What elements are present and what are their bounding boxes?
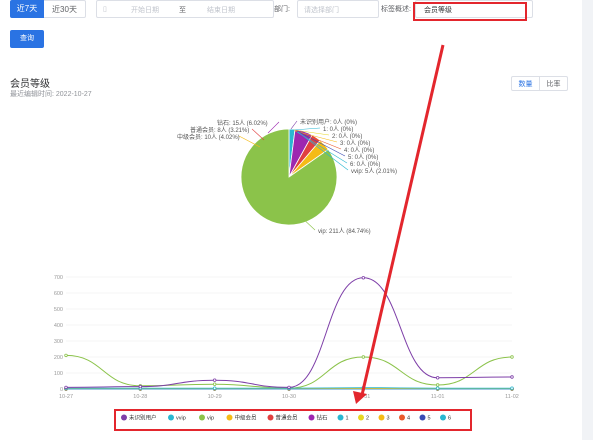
pie-label: 未识别用户: 0人 (0%) [300, 118, 357, 126]
red-annotation-box-tag [413, 2, 527, 21]
line-point [435, 386, 440, 390]
x-tick-label: 10-28 [133, 394, 147, 400]
x-tick-label: 10-27 [59, 394, 73, 400]
x-tick-label: 11-01 [431, 394, 445, 400]
pie-label: 2: 0人 (0%) [332, 133, 362, 140]
y-tick-label: 400 [54, 323, 63, 329]
line-point [361, 276, 366, 280]
pie-label: 6: 0人 (0%) [350, 161, 380, 168]
y-tick-label: 500 [54, 307, 63, 313]
pie-label: 1: 0人 (0%) [323, 126, 353, 133]
pie-label: 钻石: 15人 (6.02%) [217, 119, 268, 127]
line-point [212, 386, 217, 390]
line-series [65, 354, 513, 389]
pie-label: 普通会员: 8人 (3.21%) [190, 126, 249, 134]
y-tick-label: 300 [54, 339, 63, 345]
line-point [435, 376, 440, 380]
pie-leader-line [251, 128, 265, 141]
x-tick-label: 11-02 [505, 394, 519, 400]
line-point [435, 383, 440, 387]
chart-area: 钻石: 15人 (6.02%)普通会员: 8人 (3.21%)中级会员: 10人… [54, 44, 519, 422]
y-tick-label: 700 [54, 275, 63, 281]
y-tick-label: 100 [54, 371, 63, 377]
pie-label: 4: 0人 (0%) [344, 147, 374, 154]
line-point [212, 378, 217, 382]
pie-label: 5: 0人 (0%) [348, 154, 378, 161]
pie-leader-line [290, 120, 298, 130]
x-tick-label: 10-30 [282, 394, 296, 400]
line-point [361, 355, 366, 359]
line-point [64, 353, 68, 358]
x-tick-label: 10-29 [208, 394, 222, 400]
pie-leader-line [292, 127, 321, 131]
y-tick-label: 0 [60, 387, 63, 393]
line-point [510, 386, 514, 390]
line-point [138, 384, 143, 389]
pie-label: 中级会员: 10人 (4.02%) [177, 133, 240, 141]
y-tick-label: 600 [54, 291, 63, 297]
pie-label: vip: 211人 (84.74%) [318, 228, 371, 235]
line-point [510, 355, 514, 359]
scrollbar[interactable] [582, 0, 593, 440]
y-tick-label: 200 [54, 355, 63, 361]
line-point [64, 385, 68, 390]
pie-label: vvip: 5人 (2.01%) [351, 168, 397, 175]
red-annotation-box-legend [114, 409, 472, 431]
line-point [287, 385, 291, 390]
line-series [65, 277, 513, 388]
line-point [510, 375, 514, 379]
red-arrow-line [360, 44, 445, 396]
pie-label: 3: 0人 (0%) [340, 140, 370, 147]
line-point [212, 382, 217, 386]
